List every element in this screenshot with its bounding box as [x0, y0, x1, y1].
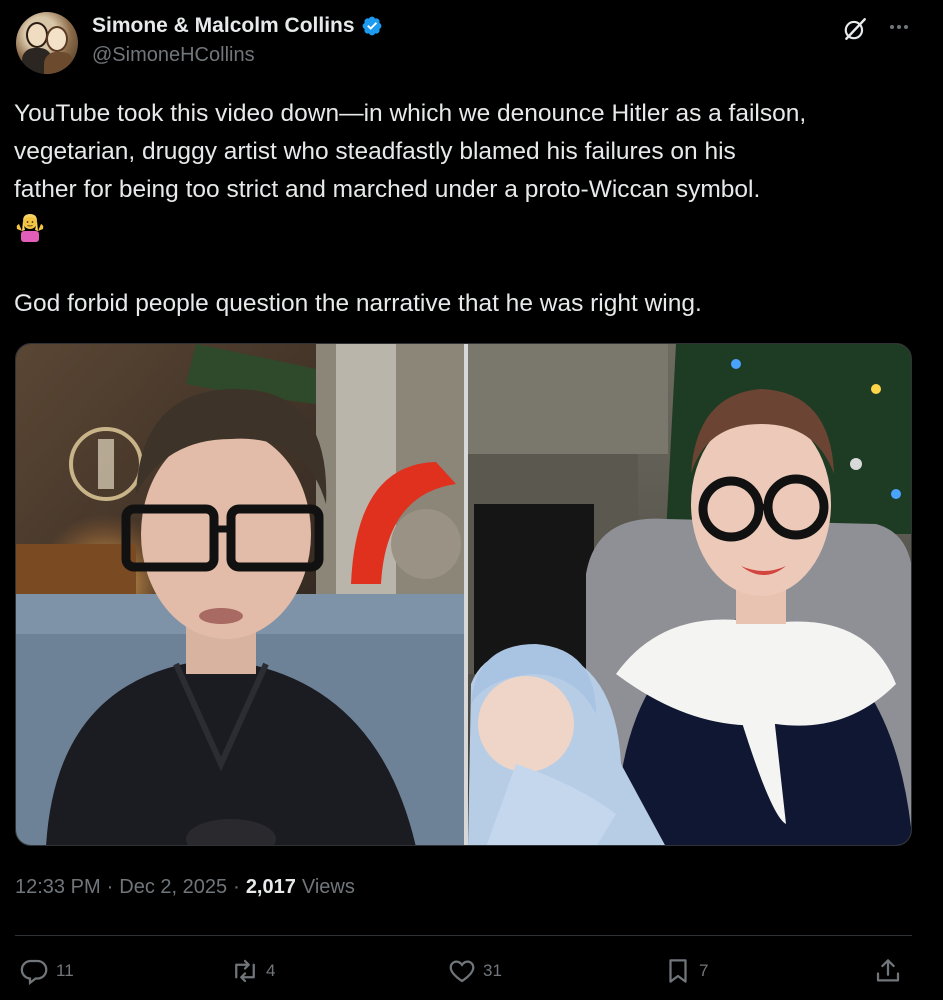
repost-button[interactable]: 4 — [230, 956, 275, 986]
heart-icon — [449, 960, 475, 983]
meta-separator: · — [233, 876, 240, 898]
tweet-text-line: YouTube took this video down—in which we… — [14, 100, 807, 127]
bookmark-count: 7 — [699, 961, 709, 980]
bookmark-icon — [669, 959, 687, 983]
author-handle[interactable]: @SimoneHCollins — [92, 44, 255, 67]
reply-button[interactable]: 11 — [20, 956, 74, 986]
tweet-text-line: vegetarian, druggy artist who steadfastl… — [14, 138, 736, 165]
meta-separator: · — [106, 876, 114, 898]
divider — [15, 935, 912, 936]
verified-badge-icon — [362, 16, 381, 36]
tweet-text-line: God forbid people question the narrative… — [14, 290, 702, 317]
repost-count: 4 — [266, 961, 276, 980]
author-name-row: Simone & Malcolm Collins — [92, 12, 383, 40]
tweet-text: YouTube took this video down—in which we… — [14, 95, 924, 323]
tweet-date[interactable]: Dec 2, 2025 — [119, 876, 227, 899]
views-label: Views — [301, 876, 355, 898]
tweet-time[interactable]: 12:33 PM — [15, 876, 101, 899]
reply-count: 11 — [56, 961, 74, 980]
bookmark-button[interactable]: 7 — [663, 956, 708, 986]
video-frame-image — [16, 344, 911, 845]
reply-icon — [20, 959, 48, 986]
share-icon — [876, 959, 900, 982]
author-display-name[interactable]: Simone & Malcolm Collins — [92, 14, 355, 38]
like-count: 31 — [483, 961, 502, 980]
share-button[interactable] — [873, 956, 903, 986]
tweet-meta: 12:33 PM · Dec 2, 2025 · 2,017 Views — [15, 876, 355, 899]
person-shrugging-emoji-icon — [16, 213, 44, 242]
tweet-text-line: father for being too strict and marched … — [14, 176, 761, 203]
action-bar: 11 4 31 7 — [15, 950, 912, 994]
more-icon[interactable] — [884, 14, 914, 40]
like-button[interactable]: 31 — [447, 956, 502, 986]
grok-icon[interactable] — [842, 16, 868, 42]
video-media[interactable] — [15, 343, 912, 846]
avatar[interactable] — [16, 12, 78, 74]
tweet-header: Simone & Malcolm Collins @SimoneHCollins — [16, 12, 927, 74]
views-count[interactable]: 2,017 — [246, 876, 296, 899]
repost-icon — [235, 959, 255, 983]
